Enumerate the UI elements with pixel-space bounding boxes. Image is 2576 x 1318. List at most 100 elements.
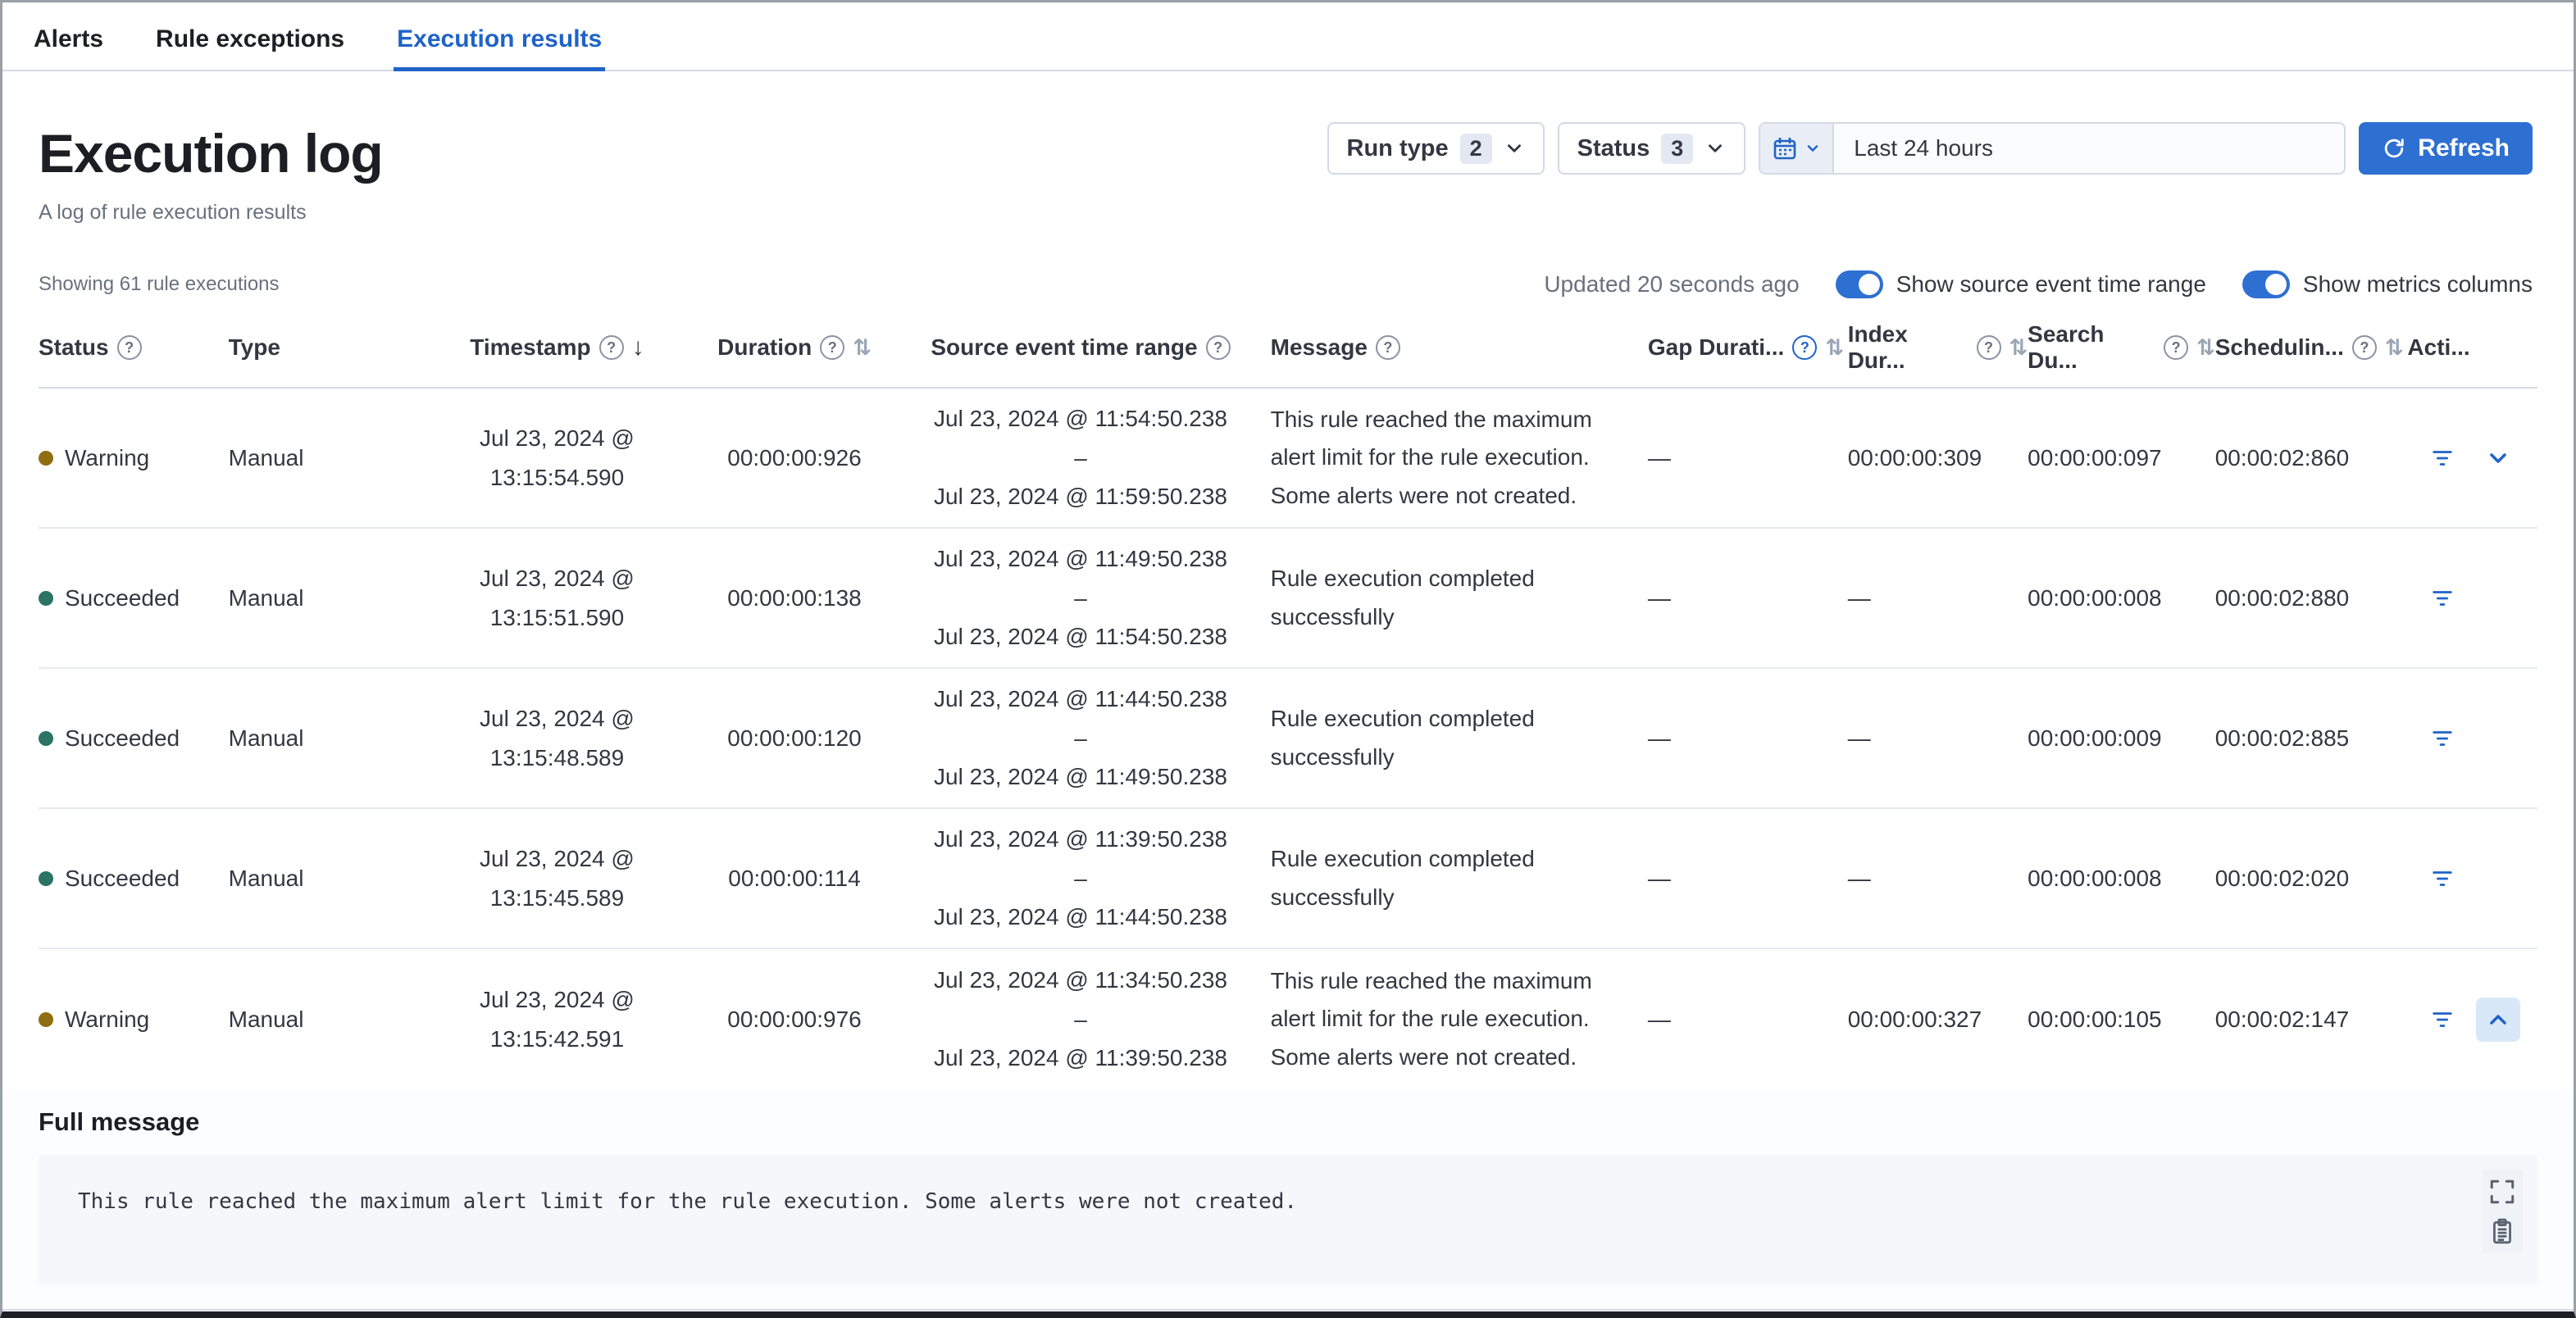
type-cell: Manual xyxy=(228,725,304,751)
filter-icon[interactable] xyxy=(2430,866,2455,891)
help-icon[interactable]: ? xyxy=(1205,335,1231,360)
column-header-gap-duration[interactable]: Gap Durati...? ⇅ xyxy=(1648,334,1848,361)
index-duration-cell: — xyxy=(1847,865,1871,891)
filter-icon[interactable] xyxy=(2430,726,2455,751)
duration-cell: 00:00:00:120 xyxy=(727,725,862,751)
sortable-icon[interactable]: ⇅ xyxy=(2385,335,2404,361)
search-duration-cell: 00:00:00:009 xyxy=(2028,725,2162,751)
column-header-message[interactable]: Message? xyxy=(1271,334,1648,361)
chevron-down-icon xyxy=(1709,144,1723,152)
index-duration-cell: 00:00:00:309 xyxy=(1847,444,1982,470)
calendar-segment[interactable] xyxy=(1760,124,1835,173)
run-type-label: Run type xyxy=(1346,134,1449,161)
expand-row-chevron-down-icon[interactable] xyxy=(2476,436,2520,480)
refresh-label: Refresh xyxy=(2418,134,2510,161)
message-cell: This rule reached the maximum alert limi… xyxy=(1270,968,1592,1070)
success-status-dot xyxy=(39,590,53,606)
column-header-timestamp[interactable]: Timestamp? ↓ xyxy=(416,334,698,361)
toggle-metrics-columns[interactable]: Show metrics columns xyxy=(2241,270,2533,298)
status-cell: Succeeded xyxy=(39,859,229,898)
copy-clipboard-icon[interactable] xyxy=(2488,1217,2516,1245)
scheduling-delay-cell: 00:00:02:147 xyxy=(2214,1006,2350,1032)
source-range-cell: Jul 23, 2024 @ 11:49:50.238– Jul 23, 2024… xyxy=(934,546,1227,650)
table-row: Succeeded Manual Jul 23, 2024 @13:15:45.… xyxy=(39,809,2537,949)
full-message-heading: Full message xyxy=(39,1107,200,1136)
gap-duration-cell: — xyxy=(1647,444,1671,470)
help-icon[interactable]: ? xyxy=(1976,335,2001,360)
gap-duration-cell: — xyxy=(1647,725,1671,751)
sortable-icon[interactable]: ⇅ xyxy=(2196,335,2215,361)
page-title-block: Execution log A log of rule execution re… xyxy=(39,122,384,225)
timestamp-cell: Jul 23, 2024 @13:15:42.591 xyxy=(480,986,635,1052)
help-icon[interactable]: ? xyxy=(116,335,142,360)
status-filter-label: Status xyxy=(1577,134,1650,161)
type-cell: Manual xyxy=(228,1006,304,1032)
column-header-search-duration[interactable]: Search Du...? ⇅ xyxy=(2028,321,2215,374)
tab-rule-exceptions[interactable]: Rule exceptions xyxy=(152,14,348,70)
help-icon[interactable]: ? xyxy=(820,335,845,360)
column-header-status[interactable]: Status? xyxy=(39,334,229,361)
gap-duration-cell: — xyxy=(1647,584,1671,611)
collapse-row-chevron-up-icon[interactable] xyxy=(2476,997,2521,1042)
filter-icon[interactable] xyxy=(2430,586,2455,611)
table-row: Warning Manual Jul 23, 2024 @13:15:42.59… xyxy=(39,949,2537,1089)
help-icon[interactable]: ? xyxy=(1375,335,1400,360)
filter-icon[interactable] xyxy=(2430,446,2455,470)
type-cell: Manual xyxy=(228,584,304,611)
duration-cell: 00:00:00:114 xyxy=(728,865,861,891)
column-header-source-event-time-range[interactable]: Source event time range? xyxy=(890,334,1270,361)
calendar-icon xyxy=(1773,138,1796,160)
message-cell: Rule execution completed successfully xyxy=(1270,566,1535,629)
duration-cell: 00:00:00:926 xyxy=(727,444,862,470)
status-cell: Warning xyxy=(39,439,229,478)
filter-icon[interactable] xyxy=(2430,1007,2455,1032)
help-icon[interactable]: ? xyxy=(2351,335,2377,360)
scheduling-delay-cell: 00:00:02:860 xyxy=(2214,444,2350,470)
help-icon[interactable]: ? xyxy=(1792,335,1818,360)
toolbar-right: Updated 20 seconds ago Show source event… xyxy=(1544,270,2533,298)
header-controls: Run type 2 Status 3 Last 24 hours Refres… xyxy=(1327,122,2533,175)
gap-duration-cell: — xyxy=(1647,1006,1671,1032)
message-cell: Rule execution completed successfully xyxy=(1270,706,1535,770)
date-range-picker[interactable]: Last 24 hours xyxy=(1759,122,2346,175)
sort-desc-icon[interactable]: ↓ xyxy=(632,334,644,361)
source-range-cell: Jul 23, 2024 @ 11:54:50.238– Jul 23, 2024… xyxy=(934,406,1227,510)
sortable-icon[interactable]: ⇅ xyxy=(853,335,872,361)
success-status-dot xyxy=(39,730,53,746)
column-header-scheduling-delay[interactable]: Schedulin...? ⇅ xyxy=(2215,334,2408,361)
column-header-index-duration[interactable]: Index Dur...? ⇅ xyxy=(1848,321,2028,374)
warning-status-dot xyxy=(39,450,53,466)
refresh-icon xyxy=(2385,139,2404,158)
search-duration-cell: 00:00:00:008 xyxy=(2028,865,2162,891)
toggle-on-icon[interactable] xyxy=(2241,270,2290,298)
column-header-duration[interactable]: Duration? ⇅ xyxy=(699,334,891,361)
sortable-icon[interactable]: ⇅ xyxy=(2009,335,2028,361)
toggle-source-event-time-range[interactable]: Show source event time range xyxy=(1835,270,2206,298)
expanded-row-details: Full message This rule reached the maxim… xyxy=(2,1089,2574,1311)
help-icon[interactable]: ? xyxy=(2164,335,2189,360)
toggle-on-icon[interactable] xyxy=(1835,270,1883,298)
refresh-button[interactable]: Refresh xyxy=(2359,122,2533,175)
panel-actions xyxy=(2482,1170,2523,1253)
status-filter-button[interactable]: Status 3 xyxy=(1557,122,1746,175)
gap-duration-cell: — xyxy=(1647,865,1671,891)
index-duration-cell: 00:00:00:327 xyxy=(1847,1006,1982,1032)
date-range-value[interactable]: Last 24 hours xyxy=(1834,135,2013,161)
timestamp-cell: Jul 23, 2024 @13:15:48.589 xyxy=(480,705,635,770)
help-icon[interactable]: ? xyxy=(598,335,624,360)
message-cell: This rule reached the maximum alert limi… xyxy=(1270,407,1592,508)
app-window: Alerts Rule exceptions Execution results… xyxy=(0,0,2576,1318)
page-title: Execution log xyxy=(39,123,384,184)
table-toolbar: Showing 61 rule executions Updated 20 se… xyxy=(2,225,2574,298)
fullscreen-icon[interactable] xyxy=(2488,1178,2516,1206)
actions-cell xyxy=(2407,726,2537,751)
source-range-cell: Jul 23, 2024 @ 11:44:50.238– Jul 23, 2024… xyxy=(934,686,1227,790)
index-duration-cell: — xyxy=(1847,584,1871,611)
sortable-icon[interactable]: ⇅ xyxy=(1825,335,1844,361)
tab-execution-results[interactable]: Execution results xyxy=(394,14,606,71)
actions-cell xyxy=(2407,436,2537,480)
run-type-filter-button[interactable]: Run type 2 xyxy=(1327,122,1545,175)
table-header-row: Status? Type Timestamp? ↓ Duration? ⇅ Sour… xyxy=(39,313,2537,389)
tab-alerts[interactable]: Alerts xyxy=(30,14,107,70)
index-duration-cell: — xyxy=(1847,725,1871,751)
